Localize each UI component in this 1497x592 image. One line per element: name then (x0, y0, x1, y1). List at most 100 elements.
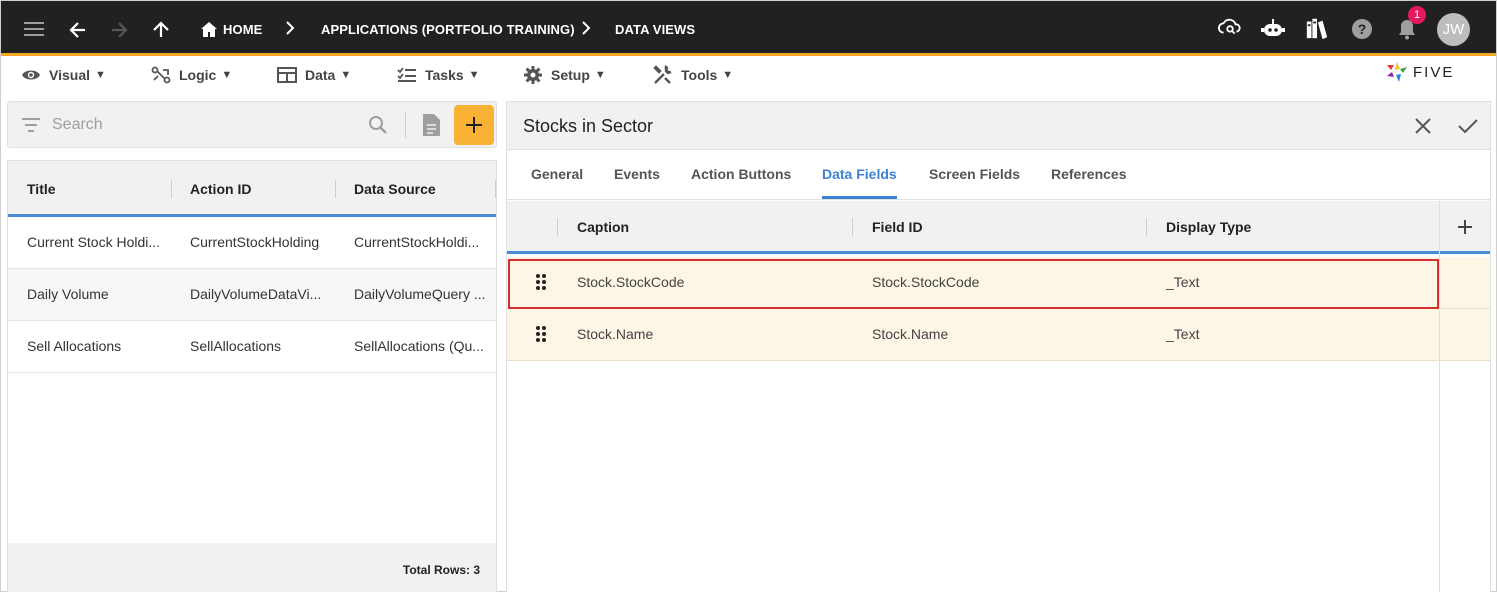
fields-grid-header: Caption Field ID Display Type (507, 201, 1490, 254)
list-item[interactable]: Current Stock Holdi... CurrentStockHoldi… (8, 217, 496, 269)
column-header-field-id[interactable]: Field ID (872, 219, 923, 235)
column-divider[interactable] (171, 180, 172, 198)
top-bar: HOME APPLICATIONS (PORTFOLIO TRAINING) D… (1, 1, 1496, 56)
column-header-data-source[interactable]: Data Source (354, 181, 436, 197)
list-cell-title: Current Stock Holdi... (27, 234, 161, 250)
column-header-title[interactable]: Title (27, 181, 56, 197)
up-icon[interactable] (149, 18, 173, 42)
five-logo-mark-icon (1387, 62, 1407, 82)
search-icon[interactable] (368, 115, 388, 135)
column-divider[interactable] (1146, 218, 1147, 236)
column-divider[interactable] (335, 180, 336, 198)
tab-general[interactable]: General (531, 166, 583, 182)
menu-icon[interactable] (22, 17, 46, 41)
breadcrumb-home[interactable]: HOME (223, 22, 262, 37)
filter-icon[interactable] (22, 118, 40, 132)
checklist-icon (397, 67, 416, 82)
list-search-bar: Search (7, 101, 497, 148)
menu-tasks[interactable]: Tasks ▼ (397, 59, 480, 91)
menu-logic[interactable]: Logic ▼ (151, 59, 232, 91)
list-cell-data-source: SellAllocations (Qu... (354, 338, 484, 354)
detail-header: Stocks in Sector (507, 102, 1490, 150)
detail-tabs: General Events Action Buttons Data Field… (507, 150, 1490, 200)
cell-display-type: _Text (1166, 326, 1200, 342)
tab-screen-fields[interactable]: Screen Fields (929, 166, 1020, 182)
table-icon (277, 67, 297, 83)
list-cell-title: Daily Volume (27, 286, 109, 302)
list-cell-action-id: DailyVolumeDataVi... (190, 286, 322, 302)
caret-down-icon: ▼ (594, 69, 606, 81)
drag-handle-icon[interactable] (535, 325, 547, 343)
caret-down-icon: ▼ (468, 69, 480, 81)
menu-data-label: Data (305, 67, 336, 83)
list-item[interactable]: Sell Allocations SellAllocations SellAll… (8, 321, 496, 373)
forward-icon (107, 18, 131, 42)
search-input[interactable]: Search (52, 116, 103, 134)
cloud-search-icon[interactable] (1218, 16, 1242, 40)
data-views-list: Title Action ID Data Source Current Stoc… (7, 160, 497, 592)
tab-data-fields[interactable]: Data Fields (822, 166, 897, 182)
menu-logic-label: Logic (179, 67, 217, 83)
five-logo: FIVE (1385, 61, 1454, 83)
active-tab-indicator (822, 196, 897, 199)
menu-bar: Visual ▼ Logic ▼ Data ▼ Tasks ▼ Setup ▼ Tools… (1, 59, 1496, 91)
column-divider[interactable] (557, 218, 558, 236)
eye-icon (22, 70, 40, 80)
column-divider[interactable] (495, 180, 496, 198)
help-icon[interactable]: ? (1350, 17, 1374, 41)
app-window: HOME APPLICATIONS (PORTFOLIO TRAINING) D… (0, 0, 1497, 592)
column-header-display-type[interactable]: Display Type (1166, 219, 1251, 235)
back-icon[interactable] (66, 18, 90, 42)
column-header-caption[interactable]: Caption (577, 219, 629, 235)
menu-setup[interactable]: Setup ▼ (523, 59, 606, 91)
detail-panel: Stocks in Sector General Events Action B… (506, 101, 1491, 592)
caret-down-icon: ▼ (221, 69, 233, 81)
menu-visual[interactable]: Visual ▼ (21, 59, 106, 91)
tools-icon (653, 65, 672, 84)
detail-title: Stocks in Sector (523, 116, 654, 136)
tab-references[interactable]: References (1051, 166, 1127, 182)
five-logo-text: FIVE (1413, 63, 1455, 81)
menu-setup-label: Setup (551, 67, 590, 83)
breadcrumb-applications[interactable]: APPLICATIONS (PORTFOLIO TRAINING) (321, 22, 575, 37)
breadcrumb-data-views[interactable]: DATA VIEWS (615, 22, 695, 37)
list-header: Title Action ID Data Source (8, 161, 496, 217)
avatar[interactable]: JW (1437, 13, 1470, 46)
tab-action-buttons[interactable]: Action Buttons (691, 166, 791, 182)
column-header-action-id[interactable]: Action ID (190, 181, 251, 197)
home-icon[interactable] (197, 18, 221, 42)
library-icon[interactable] (1305, 16, 1329, 40)
menu-data[interactable]: Data ▼ (277, 59, 351, 91)
close-icon[interactable] (1415, 118, 1431, 134)
list-cell-data-source: DailyVolumeQuery ... (354, 286, 486, 302)
caret-down-icon: ▼ (95, 69, 106, 81)
caret-down-icon: ▼ (722, 69, 734, 81)
check-icon[interactable] (1458, 118, 1478, 134)
table-row[interactable]: Stock.Name Stock.Name _Text (507, 309, 1490, 361)
add-record-button[interactable] (454, 105, 494, 145)
list-cell-data-source: CurrentStockHoldi... (354, 234, 480, 250)
cell-field-id: Stock.Name (872, 326, 949, 342)
menu-tasks-label: Tasks (425, 67, 464, 83)
selected-row-outline (508, 259, 1439, 309)
cell-caption: Stock.Name (577, 326, 654, 342)
gear-icon (524, 66, 542, 84)
menu-tools[interactable]: Tools ▼ (653, 59, 733, 91)
list-item[interactable]: Daily Volume DailyVolumeDataVi... DailyV… (8, 269, 496, 321)
column-divider[interactable] (852, 218, 853, 236)
list-cell-action-id: SellAllocations (190, 338, 282, 354)
chevron-right-icon (285, 21, 295, 35)
list-footer: Total Rows: 3 (8, 543, 496, 592)
divider (405, 112, 406, 138)
document-icon[interactable] (421, 113, 441, 137)
action-column (1439, 201, 1490, 592)
chevron-right-icon (581, 21, 591, 35)
caret-down-icon: ▼ (340, 69, 352, 81)
table-row[interactable]: Stock.StockCode Stock.StockCode _Text (507, 257, 1490, 309)
plus-icon (466, 117, 482, 133)
menu-tools-label: Tools (681, 67, 718, 83)
bot-icon[interactable] (1261, 17, 1285, 41)
svg-text:?: ? (1358, 21, 1367, 37)
notification-badge: 1 (1408, 6, 1426, 24)
tab-events[interactable]: Events (614, 166, 660, 182)
